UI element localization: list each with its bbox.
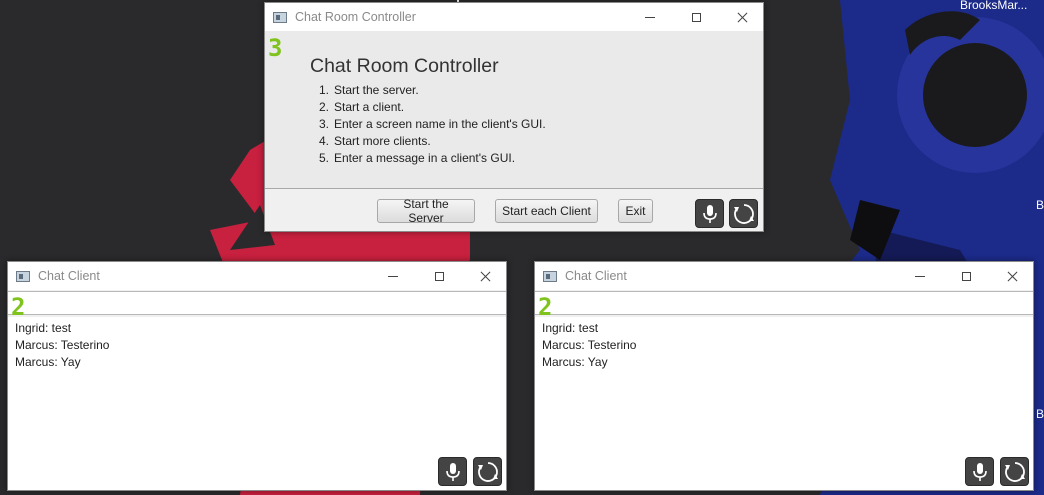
list-item: Marcus: Testerino bbox=[15, 338, 110, 352]
list-item: 1. Start the server. bbox=[319, 83, 419, 97]
badge-number: 2 bbox=[538, 293, 553, 321]
message-input[interactable] bbox=[8, 291, 506, 315]
badge-number: 2 bbox=[11, 293, 26, 321]
minimize-button[interactable] bbox=[627, 3, 673, 31]
instructions-panel: 3 Chat Room Controller 1. Start the serve… bbox=[265, 31, 763, 189]
chat-client-window: Chat Client 2 Ingrid: test Marcus: Teste… bbox=[7, 261, 507, 491]
controller-window: Chat Room Controller 3 Chat Room Control… bbox=[264, 2, 764, 232]
window-title: Chat Client bbox=[565, 269, 627, 283]
message-area[interactable]: Ingrid: test Marcus: Testerino Marcus: Y… bbox=[8, 317, 506, 490]
app-window-icon bbox=[16, 270, 30, 282]
message-input[interactable] bbox=[535, 291, 1033, 315]
window-title: Chat Client bbox=[38, 269, 100, 283]
list-item: Marcus: Yay bbox=[542, 355, 608, 369]
list-item: 3. Enter a screen name in the client's GU… bbox=[319, 117, 546, 131]
start-client-button[interactable]: Start each Client bbox=[495, 199, 598, 223]
message-area[interactable]: Ingrid: test Marcus: Testerino Marcus: Y… bbox=[535, 317, 1033, 490]
list-item: 5. Enter a message in a client's GUI. bbox=[319, 151, 516, 165]
refresh-button[interactable] bbox=[473, 457, 502, 486]
page-title: Chat Room Controller bbox=[310, 55, 499, 77]
controller-titlebar[interactable]: Chat Room Controller bbox=[265, 3, 763, 31]
close-button[interactable] bbox=[462, 262, 508, 290]
list-item: Marcus: Testerino bbox=[542, 338, 637, 352]
exit-button[interactable]: Exit bbox=[618, 199, 653, 223]
microphone-icon bbox=[445, 462, 460, 481]
refresh-button[interactable] bbox=[1000, 457, 1029, 486]
refresh-icon bbox=[1004, 461, 1025, 482]
list-item: 2. Start a client. bbox=[319, 100, 405, 114]
message-list: Ingrid: test Marcus: Testerino Marcus: Y… bbox=[15, 320, 109, 371]
desktop-edge-label: B bbox=[1036, 198, 1044, 212]
app-window-icon bbox=[543, 270, 557, 282]
badge-number: 3 bbox=[268, 34, 283, 62]
instructions-list: 1. Start the server. 2. Start a client. 3.… bbox=[319, 82, 546, 167]
window-title: Chat Room Controller bbox=[295, 10, 416, 24]
microphone-button[interactable] bbox=[438, 457, 467, 486]
refresh-button[interactable] bbox=[729, 199, 758, 228]
chat-client-window: Chat Client 2 Ingrid: test Marcus: Teste… bbox=[534, 261, 1034, 491]
controller-footer: Start the Server Start each Client Exit bbox=[265, 189, 763, 231]
close-button[interactable] bbox=[989, 262, 1035, 290]
maximize-button[interactable] bbox=[943, 262, 989, 290]
microphone-icon bbox=[972, 462, 987, 481]
refresh-icon bbox=[733, 203, 754, 224]
microphone-icon bbox=[702, 204, 717, 223]
list-item: 4. Start more clients. bbox=[319, 134, 431, 148]
desktop-icon-label[interactable]: BrooksMar... bbox=[960, 0, 1027, 12]
list-item: Ingrid: test bbox=[15, 321, 72, 335]
microphone-button[interactable] bbox=[965, 457, 994, 486]
maximize-button[interactable] bbox=[673, 3, 719, 31]
client-titlebar[interactable]: Chat Client bbox=[8, 262, 506, 290]
maximize-button[interactable] bbox=[416, 262, 462, 290]
minimize-button[interactable] bbox=[897, 262, 943, 290]
list-item: Ingrid: test bbox=[542, 321, 599, 335]
app-window-icon bbox=[273, 11, 287, 23]
client-titlebar[interactable]: Chat Client bbox=[535, 262, 1033, 290]
refresh-icon bbox=[477, 461, 498, 482]
desktop-edge-label: B bbox=[1036, 407, 1044, 421]
start-server-button[interactable]: Start the Server bbox=[377, 197, 475, 225]
list-item: Marcus: Yay bbox=[15, 355, 81, 369]
close-button[interactable] bbox=[719, 3, 765, 31]
microphone-button[interactable] bbox=[695, 199, 724, 228]
message-list: Ingrid: test Marcus: Testerino Marcus: Y… bbox=[542, 320, 636, 371]
minimize-button[interactable] bbox=[370, 262, 416, 290]
